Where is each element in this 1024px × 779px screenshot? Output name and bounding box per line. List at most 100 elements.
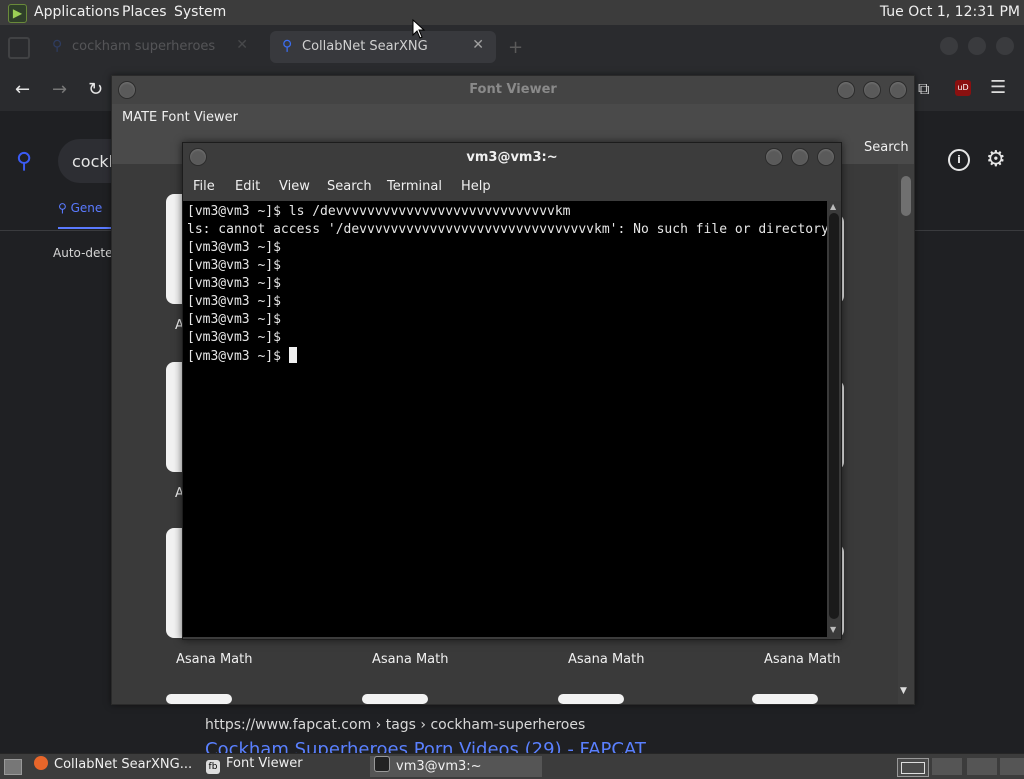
- font-viewer-titlebar[interactable]: Font Viewer: [112, 76, 914, 104]
- taskbar-label: Font Viewer: [226, 756, 303, 771]
- terminal-line: [vm3@vm3 ~]$ ls /devvvvvvvvvvvvvvvvvvvvv…: [187, 204, 571, 219]
- workspace-window-thumb: [901, 762, 925, 774]
- scroll-down-icon[interactable]: ▼: [830, 625, 836, 634]
- tab-title: CollabNet SearXNG: [302, 39, 428, 54]
- close-icon[interactable]: [817, 148, 835, 166]
- font-viewer-icon: fb: [206, 760, 220, 774]
- terminal-menubar: File Edit View Search Terminal Help: [183, 171, 841, 201]
- search-favicon-icon: ⚲: [282, 38, 293, 54]
- terminal-output[interactable]: [vm3@vm3 ~]$ ls /devvvvvvvvvvvvvvvvvvvvv…: [183, 201, 829, 637]
- terminal-line: [vm3@vm3 ~]$: [187, 276, 281, 291]
- mate-logo-icon[interactable]: ▶: [8, 4, 27, 23]
- forward-icon[interactable]: →: [52, 79, 67, 100]
- clock[interactable]: Tue Oct 1, 12:31 PM: [880, 4, 1020, 20]
- terminal-prompt-line[interactable]: [vm3@vm3 ~]$: [187, 347, 829, 366]
- result-url[interactable]: https://www.fapcat.com › tags › cockham-…: [205, 717, 585, 733]
- scrollbar-thumb[interactable]: [829, 213, 839, 619]
- font-card[interactable]: [558, 694, 624, 704]
- tab-collabnet-searxng[interactable]: ⚲ CollabNet SearXNG ✕: [270, 31, 496, 63]
- tab-list-icon[interactable]: [8, 37, 30, 59]
- firefox-icon: [34, 756, 48, 770]
- searxng-logo-icon[interactable]: ⚲: [16, 149, 32, 174]
- active-tab-underline: [58, 227, 113, 229]
- tab-search-cockham[interactable]: ⚲ cockham superheroes ✕: [40, 31, 260, 63]
- terminal-line: [vm3@vm3 ~]$: [187, 312, 281, 327]
- font-label: Asana Math: [568, 652, 645, 667]
- autodetect-language[interactable]: Auto-detec: [53, 246, 119, 260]
- result-breadcrumb: › tags › cockham-superheroes: [375, 717, 586, 733]
- menu-help[interactable]: Help: [461, 179, 491, 194]
- font-label: Asana Math: [372, 652, 449, 667]
- scrollbar-thumb[interactable]: [901, 176, 911, 216]
- menu-icon[interactable]: ☰: [990, 77, 1006, 98]
- search-icon: ⚲: [58, 201, 71, 215]
- workspace-3[interactable]: [967, 758, 997, 775]
- font-card[interactable]: [752, 694, 818, 704]
- taskbar-item-terminal[interactable]: vm3@vm3:~: [370, 756, 542, 777]
- tab-bar: ⚲ cockham superheroes ✕ ⚲ CollabNet Sear…: [0, 25, 1024, 69]
- workspace-4[interactable]: [1000, 758, 1024, 775]
- minimize-icon[interactable]: [837, 81, 855, 99]
- mouse-pointer-icon: [412, 19, 426, 39]
- terminal-line: [vm3@vm3 ~]$: [187, 330, 281, 345]
- menu-edit[interactable]: Edit: [235, 179, 260, 194]
- category-general-tab[interactable]: ⚲ Gene: [58, 201, 102, 215]
- back-icon[interactable]: ←: [15, 79, 30, 100]
- gear-icon[interactable]: ⚙: [986, 147, 1006, 172]
- window-title: Font Viewer: [469, 82, 557, 97]
- reload-icon[interactable]: ↻: [88, 79, 103, 100]
- terminal-icon: [374, 756, 390, 772]
- menu-search[interactable]: Search: [327, 179, 372, 194]
- new-tab-icon[interactable]: +: [508, 37, 523, 58]
- taskbar-item-font-viewer[interactable]: fb Font Viewer: [206, 756, 366, 777]
- applications-menu[interactable]: Applications: [34, 4, 120, 20]
- menu-terminal[interactable]: Terminal: [387, 179, 442, 194]
- font-card[interactable]: [166, 694, 232, 704]
- scrollbar[interactable]: [898, 164, 914, 704]
- text-cursor: [288, 347, 297, 363]
- top-panel: ▶ Applications Places System Tue Oct 1, …: [0, 0, 1024, 26]
- close-tab-icon[interactable]: ✕: [472, 37, 484, 53]
- ublock-icon[interactable]: uD: [955, 80, 971, 96]
- maximize-icon[interactable]: [791, 148, 809, 166]
- maximize-icon[interactable]: [968, 37, 986, 55]
- terminal-window: vm3@vm3:~ File Edit View Search Terminal…: [182, 142, 842, 640]
- taskbar-item-browser[interactable]: CollabNet SearXNG...: [34, 756, 200, 777]
- info-icon[interactable]: i: [948, 149, 970, 171]
- font-label: Asana Math: [176, 652, 253, 667]
- window-controls: [930, 37, 1014, 59]
- close-icon[interactable]: [889, 81, 907, 99]
- maximize-icon[interactable]: [863, 81, 881, 99]
- taskbar-label: vm3@vm3:~: [396, 759, 482, 774]
- terminal-lines: [vm3@vm3 ~]$ ls /devvvvvvvvvvvvvvvvvvvvv…: [187, 203, 829, 366]
- font-card[interactable]: [362, 694, 428, 704]
- system-menu[interactable]: System: [174, 4, 226, 20]
- result-domain: https://www.fapcat.com: [205, 717, 372, 733]
- bottom-panel: CollabNet SearXNG... fb Font Viewer vm3@v…: [0, 753, 1024, 779]
- scroll-up-icon[interactable]: ▲: [830, 202, 836, 211]
- terminal-line: ls: cannot access '/devvvvvvvvvvvvvvvvvv…: [187, 222, 829, 237]
- category-label: Gene: [70, 201, 103, 215]
- app-name: MATE Font Viewer: [122, 110, 239, 125]
- extensions-icon[interactable]: ⧉: [918, 79, 929, 99]
- search-button[interactable]: Search: [864, 140, 909, 155]
- font-label: Asana Math: [764, 652, 841, 667]
- menu-file[interactable]: File: [193, 179, 215, 194]
- minimize-icon[interactable]: [765, 148, 783, 166]
- places-menu[interactable]: Places: [122, 4, 167, 20]
- minimize-icon[interactable]: [940, 37, 958, 55]
- close-icon[interactable]: [996, 37, 1014, 55]
- show-desktop-icon[interactable]: [4, 759, 22, 775]
- window-title: vm3@vm3:~: [466, 150, 558, 165]
- terminal-prompt: [vm3@vm3 ~]$: [187, 349, 289, 364]
- terminal-line: [vm3@vm3 ~]$: [187, 258, 281, 273]
- close-tab-icon[interactable]: ✕: [236, 37, 248, 53]
- menu-view[interactable]: View: [279, 179, 310, 194]
- terminal-titlebar[interactable]: vm3@vm3:~: [183, 143, 841, 171]
- workspace-2[interactable]: [932, 758, 962, 775]
- scroll-down-icon[interactable]: ▼: [900, 686, 907, 696]
- search-favicon-icon: ⚲: [52, 38, 63, 54]
- terminal-line: [vm3@vm3 ~]$: [187, 240, 281, 255]
- workspace-1[interactable]: [897, 758, 929, 777]
- taskbar-label: CollabNet SearXNG...: [54, 757, 193, 772]
